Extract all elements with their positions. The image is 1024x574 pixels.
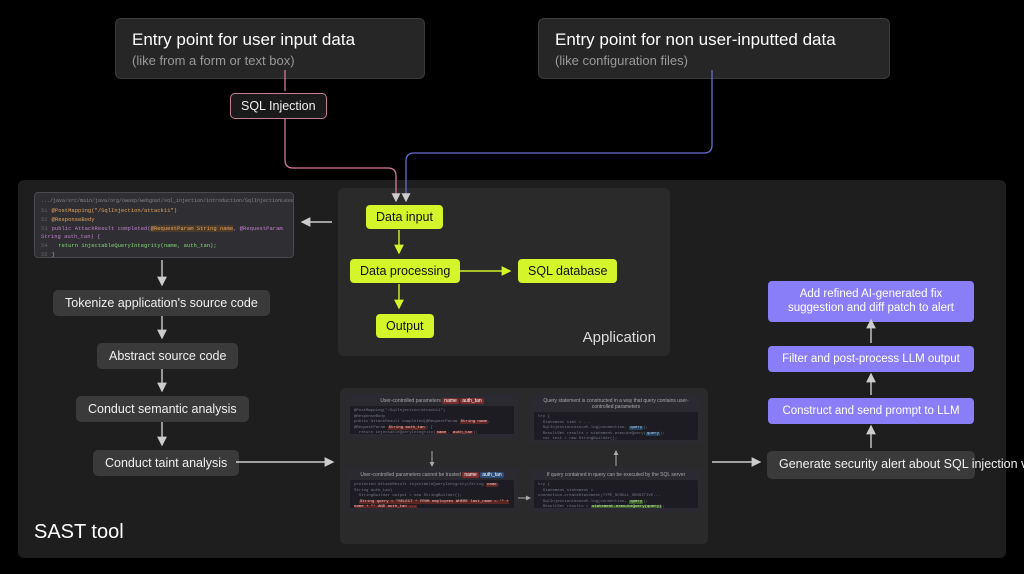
data-processing-node: Data processing xyxy=(350,259,460,283)
entry-nonuser-sub: (like configuration files) xyxy=(555,53,873,68)
tokenize-step: Tokenize application's source code xyxy=(53,290,270,316)
sql-database-node: SQL database xyxy=(518,259,617,283)
taint-step: Conduct taint analysis xyxy=(93,450,239,476)
filter-output-step: Filter and post-process LLM output xyxy=(768,346,974,372)
semantic-step: Conduct semantic analysis xyxy=(76,396,249,422)
entry-nonuser-title: Entry point for non user-inputted data xyxy=(555,29,873,51)
entry-user-title: Entry point for user input data xyxy=(132,29,408,51)
entry-user-sub: (like from a form or text box) xyxy=(132,53,408,68)
sql-injection-badge: SQL Injection xyxy=(230,93,327,119)
add-fix-step: Add refined AI-generated fix suggestion … xyxy=(768,281,974,322)
data-input-node: Data input xyxy=(366,205,443,229)
application-label: Application xyxy=(583,329,656,346)
code-path: .../java/src/main/java/org/owasp/webgoat… xyxy=(41,197,287,205)
abstract-step: Abstract source code xyxy=(97,343,238,369)
entry-user-input-box: Entry point for user input data (like fr… xyxy=(115,18,425,79)
sast-tool-label: SAST tool xyxy=(34,521,124,544)
output-node: Output xyxy=(376,314,434,338)
generate-alert-step: Generate security alert about SQL inject… xyxy=(767,451,975,479)
source-code-panel: .../java/src/main/java/org/owasp/webgoat… xyxy=(34,192,294,258)
taint-flow-thumbnails: User-controlled parameters name auth_tan… xyxy=(340,388,708,544)
construct-prompt-step: Construct and send prompt to LLM xyxy=(768,398,974,424)
entry-nonuser-box: Entry point for non user-inputted data (… xyxy=(538,18,890,79)
